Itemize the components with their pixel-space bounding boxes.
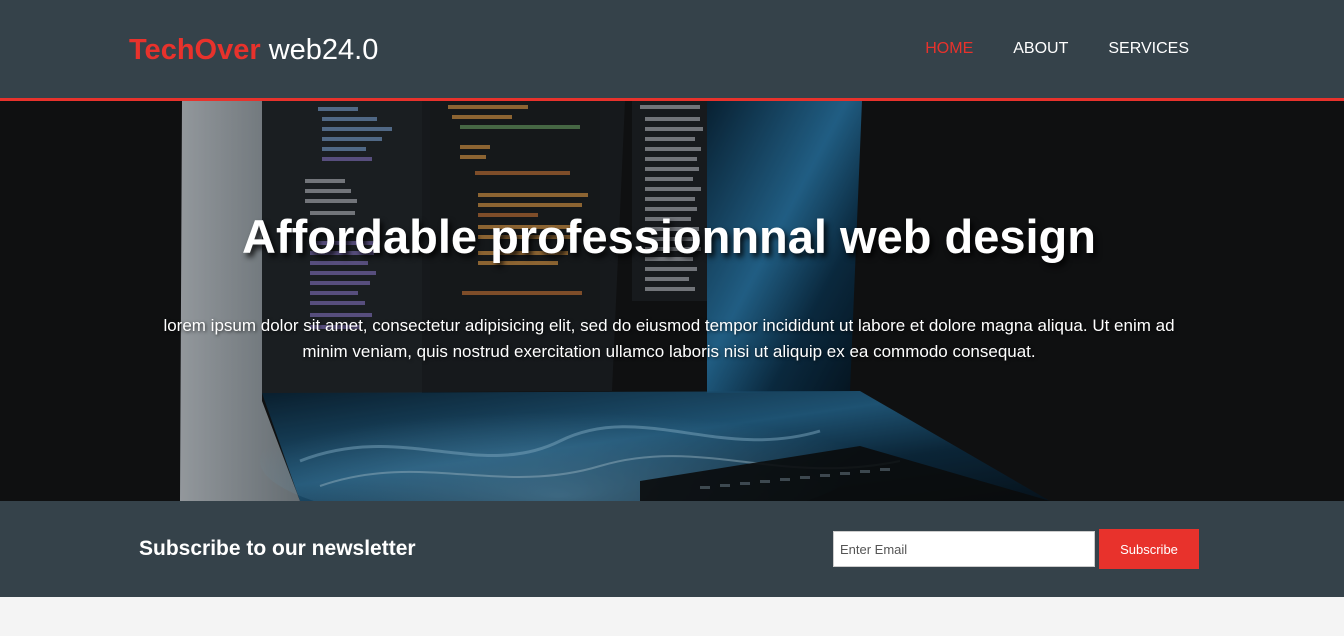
nav-link-home[interactable]: Home [925,40,973,57]
nav-link-services[interactable]: Services [1108,40,1189,57]
main-nav: Home About Services [925,39,1189,59]
page-body [0,597,1344,636]
site-header: TechOver web24.0 Home About Services [0,0,1344,101]
nav-item-about: About [1013,39,1068,59]
hero-showcase: Affordable professionnnal web design lor… [0,101,1344,501]
newsletter-section: Subscribe to our newsletter Subscribe [0,501,1344,597]
email-input[interactable] [833,531,1095,567]
subscribe-button[interactable]: Subscribe [1099,529,1199,569]
hero-heading: Affordable professionnnal web design [242,210,1096,263]
brand-name: web24.0 [260,34,379,66]
nav-item-home: Home [925,39,973,59]
branding-logo[interactable]: TechOver web24.0 [129,32,378,68]
nav-item-services: Services [1108,39,1189,59]
hero-text: lorem ipsum dolor sit amet, consectetur … [163,316,1175,361]
brand-highlight: TechOver [129,34,261,66]
hero-background-image [0,101,1344,501]
newsletter-heading: Subscribe to our newsletter [139,537,416,560]
nav-link-about[interactable]: About [1013,40,1068,57]
